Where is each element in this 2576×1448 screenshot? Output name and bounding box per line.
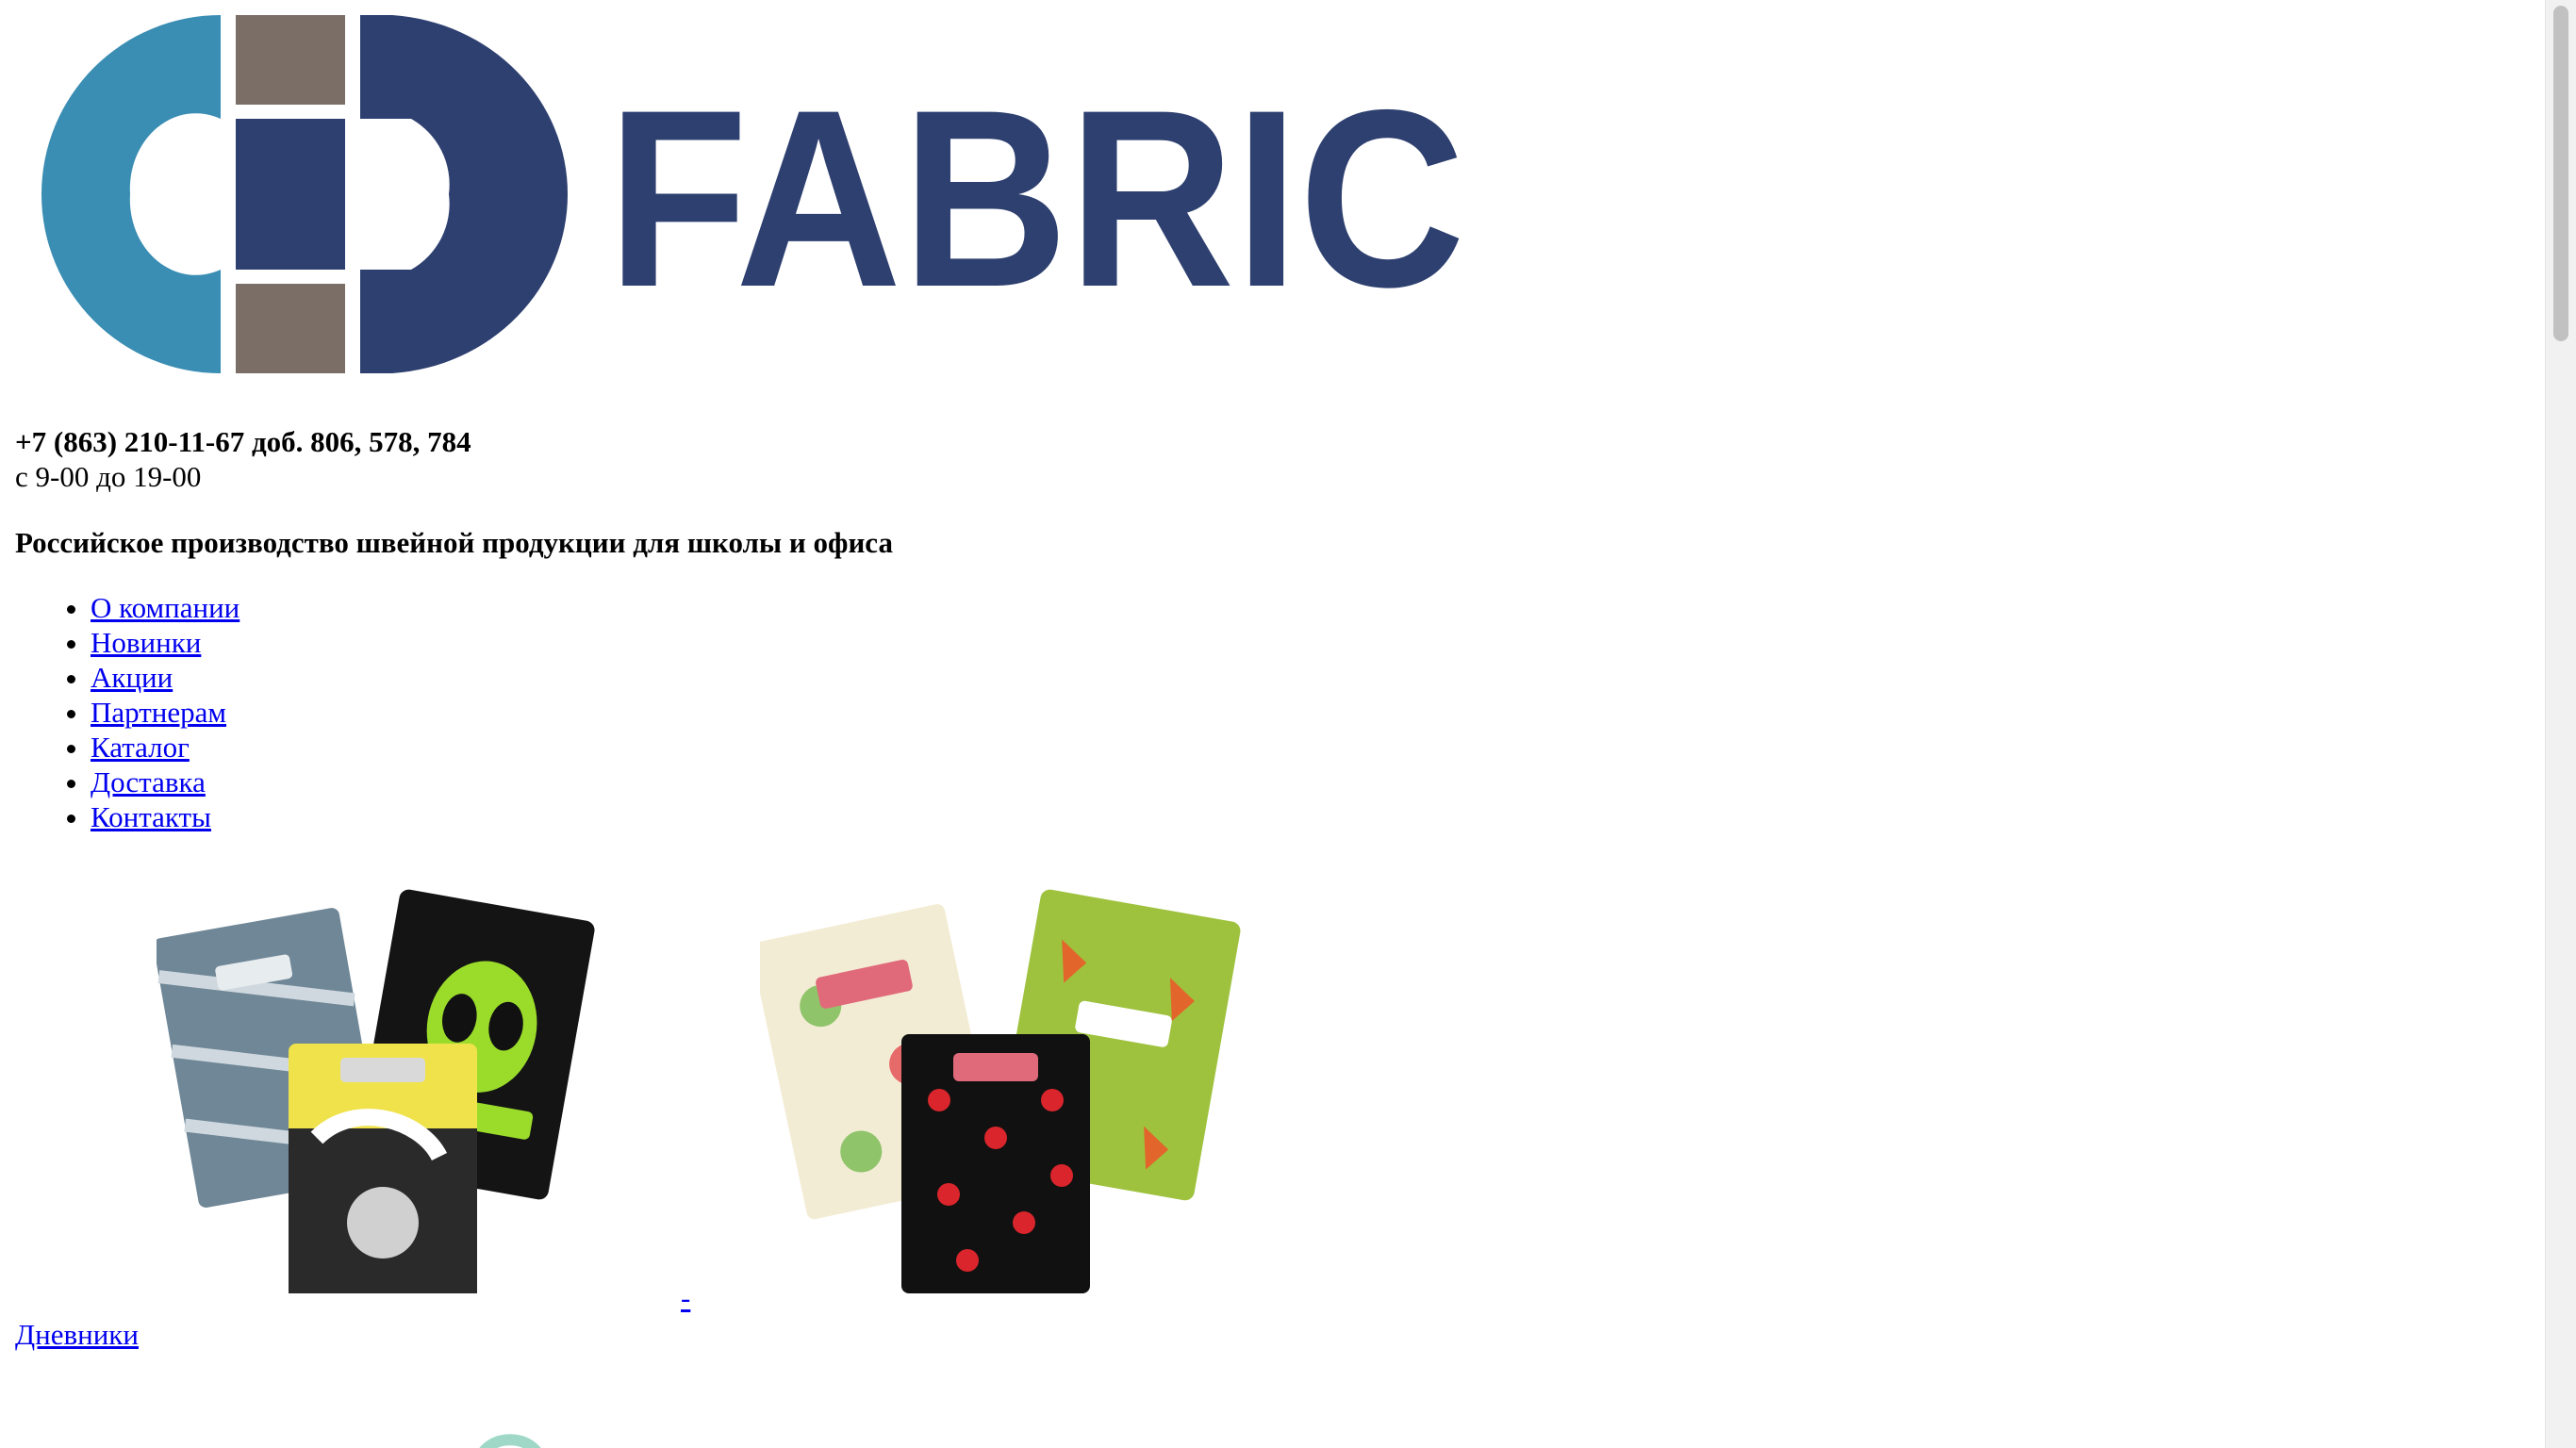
logo-center-block — [236, 119, 345, 270]
fabric-logo[interactable]: FABRIC — [15, 15, 1465, 373]
contact-block: +7 (863) 210-11-67 доб. 806, 578, 784 с … — [15, 424, 2542, 494]
logo-gray-bottom — [236, 284, 345, 373]
diary-image-right[interactable] — [760, 883, 1250, 1298]
image-separator-link[interactable]: - — [681, 1281, 690, 1315]
category-diaries: Дневники — [15, 1317, 2542, 1352]
logo-wordmark: FABRIC — [607, 57, 1465, 339]
menu-link-about[interactable]: О компании — [91, 591, 239, 624]
menu-link-catalog[interactable]: Каталог — [91, 731, 190, 764]
main-menu: О компании Новинки Акции Партнерам Катал… — [15, 590, 2542, 834]
logo-gray-top — [236, 15, 345, 105]
menu-item-about: О компании — [91, 590, 2542, 625]
vertical-scrollbar[interactable] — [2545, 0, 2576, 1448]
product-images-row: - — [15, 883, 2542, 1317]
menu-link-new[interactable]: Новинки — [91, 626, 201, 659]
menu-item-partners: Партнерам — [91, 695, 2542, 730]
page-content: FABRIC +7 (863) 210-11-67 доб. 806, 578,… — [15, 15, 2542, 1448]
working-hours: с 9-00 до 19-00 — [15, 460, 202, 493]
menu-item-contacts: Контакты — [91, 799, 2542, 834]
phone-number[interactable]: +7 (863) 210-11-67 доб. 806, 578, 784 — [15, 424, 2542, 459]
menu-item-new: Новинки — [91, 625, 2542, 660]
menu-link-delivery[interactable]: Доставка — [91, 765, 206, 798]
logo-right-arc — [360, 15, 569, 373]
menu-link-promos[interactable]: Акции — [91, 661, 173, 694]
menu-item-promos: Акции — [91, 660, 2542, 695]
menu-link-contacts[interactable]: Контакты — [91, 800, 211, 833]
menu-link-partners[interactable]: Партнерам — [91, 696, 226, 729]
menu-item-catalog: Каталог — [91, 730, 2542, 765]
category-link-diaries[interactable]: Дневники — [15, 1318, 139, 1351]
site-tagline: Российское производство швейной продукци… — [15, 526, 893, 559]
scrollbar-thumb[interactable] — [2553, 6, 2568, 341]
menu-item-delivery: Доставка — [91, 765, 2542, 799]
bag-images-partial[interactable] — [15, 1420, 1335, 1448]
logo-left-arc — [41, 15, 221, 373]
diary-image-left[interactable] — [157, 883, 628, 1298]
